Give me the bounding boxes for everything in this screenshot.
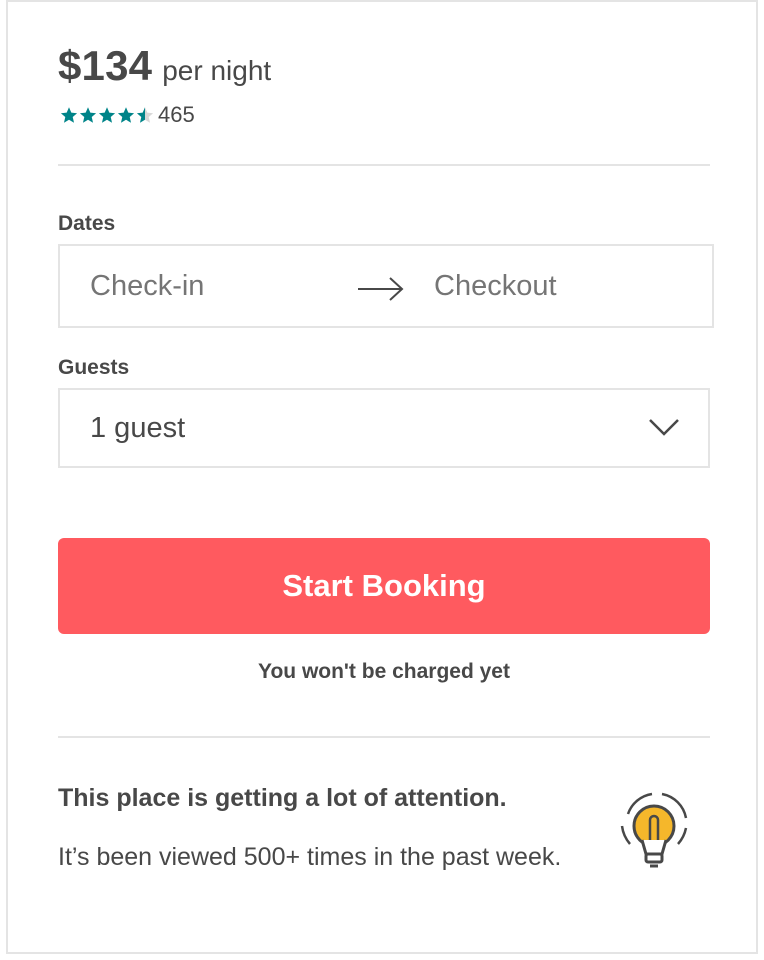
chevron-down-icon (648, 416, 680, 443)
star-icon (60, 107, 78, 123)
booking-card: $134 per night 465 Dates Check-in Checko… (6, 0, 758, 954)
review-count: 465 (158, 102, 195, 127)
attention-body: It’s been viewed 500+ times in the past … (58, 843, 562, 871)
lightbulb-icon (612, 784, 696, 885)
guests-select[interactable]: 1 guest (58, 388, 710, 468)
star-icon (136, 107, 154, 123)
star-icon (98, 107, 116, 123)
rating-row[interactable]: 465 (60, 102, 195, 128)
guests-value: 1 guest (90, 412, 186, 444)
star-rating (60, 106, 154, 124)
attention-title: This place is getting a lot of attention… (58, 784, 507, 812)
not-charged-note: You won't be charged yet (258, 660, 510, 683)
star-icon (117, 107, 135, 123)
nightly-price: $134 (58, 42, 153, 89)
checkin-field[interactable]: Check-in (90, 270, 204, 303)
checkout-field[interactable]: Checkout (434, 270, 557, 303)
guests-label: Guests (58, 356, 130, 379)
dates-picker: Check-in Checkout (58, 244, 714, 328)
divider (58, 736, 710, 738)
star-icon (79, 107, 97, 123)
price-unit: per night (162, 55, 272, 86)
start-booking-button[interactable]: Start Booking (58, 538, 710, 634)
price-row: $134 per night (58, 42, 271, 90)
divider (58, 164, 710, 166)
dates-label: Dates (58, 212, 116, 235)
arrow-right-icon (356, 274, 406, 309)
